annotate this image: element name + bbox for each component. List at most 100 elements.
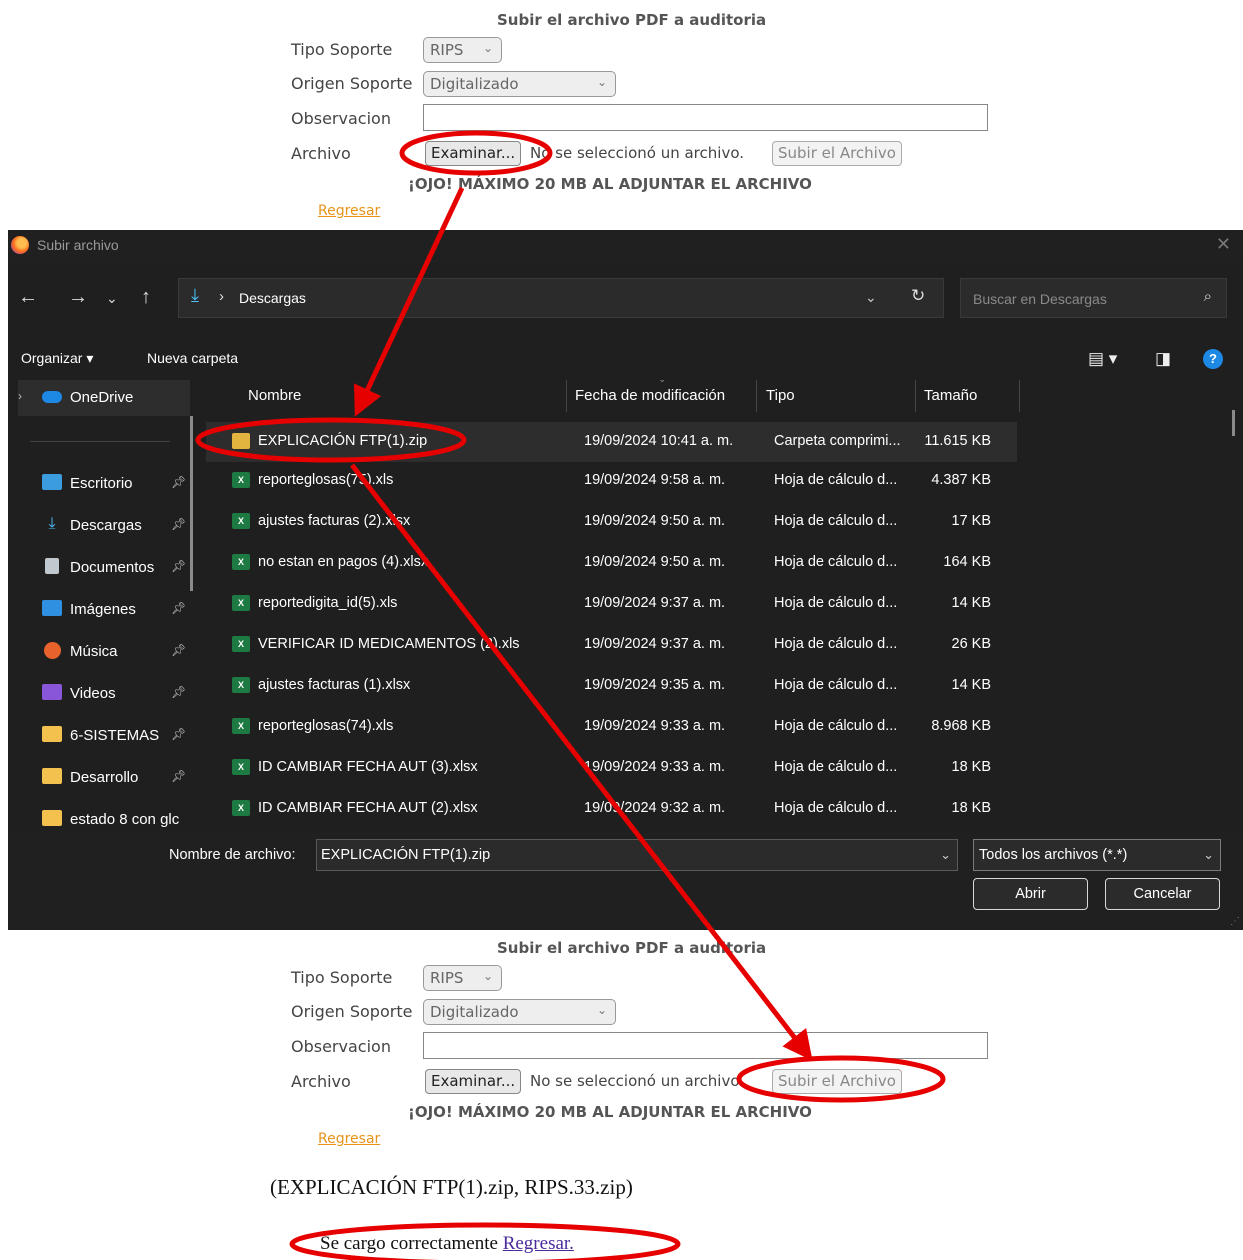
file-date: 19/09/2024 9:50 a. m. — [584, 513, 726, 529]
file-size: 26 KB — [951, 636, 992, 652]
file-row[interactable]: Xreporteglosas(74).xls 19/09/2024 9:33 a.… — [206, 707, 1017, 747]
download-icon: ⤓ — [48, 515, 56, 532]
file-type: Hoja de cálculo d... — [774, 800, 898, 816]
pin-icon: 📌︎ — [171, 685, 187, 699]
zip-folder-icon — [232, 433, 250, 449]
sidebar-item-6-sistemas[interactable]: 6-SISTEMAS 📌︎ — [18, 718, 190, 754]
command-bar: Organizar ▾ Nueva carpeta ▤ ▾ ◨ ? — [8, 342, 1243, 374]
observacion-label: Observacion — [291, 109, 391, 128]
firefox-icon — [11, 236, 29, 254]
refresh-icon[interactable]: ↻ — [911, 286, 925, 306]
resize-grip-icon[interactable]: ⋰ — [1230, 916, 1240, 927]
file-size: 14 KB — [951, 595, 992, 611]
close-icon[interactable]: ✕ — [1216, 234, 1231, 255]
tipo-soporte-value: RIPS — [430, 41, 464, 59]
observacion-input[interactable] — [423, 104, 988, 131]
tipo-soporte-select[interactable]: RIPS ⌄ — [423, 965, 502, 991]
column-header-size[interactable]: Tamaño — [924, 387, 977, 419]
file-row[interactable]: Xajustes facturas (1).xlsx 19/09/2024 9:3… — [206, 666, 1017, 706]
file-row[interactable]: EXPLICACIÓN FTP(1).zip 19/09/2024 10:41 a… — [206, 422, 1017, 462]
sidebar-item-desarrollo[interactable]: Desarrollo 📌︎ — [18, 760, 190, 796]
chevron-down-icon: ⌄ — [1203, 847, 1214, 862]
sidebar-item-descargas[interactable]: ⤓ Descargas 📌︎ — [18, 508, 190, 544]
filetype-select[interactable]: Todos los archivos (*.*) ⌄ — [973, 839, 1221, 871]
excel-file-icon: X — [232, 800, 250, 816]
column-header-type[interactable]: Tipo — [766, 387, 795, 419]
file-name: ajustes facturas (1).xlsx — [258, 677, 411, 693]
browse-button[interactable]: Examinar... — [425, 141, 522, 166]
file-date: 19/09/2024 9:33 a. m. — [584, 718, 726, 734]
column-divider — [566, 380, 567, 412]
new-folder-button[interactable]: Nueva carpeta — [147, 350, 238, 366]
cancel-button[interactable]: Cancelar — [1105, 878, 1220, 910]
sidebar-item-onedrive[interactable]: › OneDrive — [18, 380, 190, 416]
pin-icon: 📌︎ — [171, 601, 187, 615]
sidebar-item-imagenes[interactable]: Imágenes 📌︎ — [18, 592, 190, 628]
search-icon: ⌕ — [1203, 288, 1212, 305]
search-placeholder: Buscar en Descargas — [973, 291, 1107, 307]
file-date: 19/09/2024 9:32 a. m. — [584, 800, 726, 816]
forward-arrow-icon[interactable]: → — [68, 286, 88, 309]
file-row[interactable]: X VERIFICAR ID MEDICAMENTOS (2).xls 19/09/… — [206, 625, 1017, 665]
pin-icon: 📌︎ — [171, 559, 187, 573]
search-box[interactable]: Buscar en Descargas ⌕ — [960, 278, 1227, 318]
pin-icon: 📌︎ — [171, 727, 187, 741]
address-bar[interactable]: ⤓ › Descargas ⌄ ↻ — [178, 278, 944, 318]
browse-button[interactable]: Examinar... — [425, 1069, 522, 1094]
form-title: Subir el archivo PDF a auditoria — [497, 11, 767, 29]
file-row[interactable]: Xreporteglosas(75).xls 19/09/2024 9:58 a.… — [206, 461, 1017, 501]
column-header-name[interactable]: Nombre — [248, 387, 301, 419]
view-options-icon[interactable]: ▤ ▾ — [1088, 349, 1117, 369]
file-size: 4.387 KB — [931, 472, 991, 488]
sidebar-scrollbar[interactable] — [190, 416, 193, 591]
upload-button[interactable]: Subir el Archivo — [772, 141, 902, 166]
back-link[interactable]: Regresar — [318, 1131, 380, 1147]
origen-soporte-select[interactable]: Digitalizado ⌄ — [423, 71, 616, 97]
file-row[interactable]: Xno estan en pagos (4).xlsx 19/09/2024 9:… — [206, 543, 1017, 583]
pin-icon: 📌︎ — [171, 769, 187, 783]
file-list-scrollbar[interactable] — [1232, 410, 1235, 436]
success-back-link[interactable]: Regresar. — [503, 1233, 574, 1254]
file-row[interactable]: Xajustes facturas (2).xlsx 19/09/2024 9:5… — [206, 502, 1017, 542]
chevron-down-icon[interactable]: ⌄ — [865, 289, 877, 306]
origen-soporte-value: Digitalizado — [430, 1003, 519, 1021]
origen-soporte-select[interactable]: Digitalizado ⌄ — [423, 999, 616, 1025]
no-file-text: No se seleccionó un archivo. — [530, 144, 744, 162]
observacion-label: Observacion — [291, 1037, 391, 1056]
back-arrow-icon[interactable]: ← — [18, 286, 38, 309]
file-name: VERIFICAR ID MEDICAMENTOS (2).xls — [258, 636, 520, 652]
preview-pane-icon[interactable]: ◨ — [1155, 349, 1171, 369]
column-header-date[interactable]: Fecha de modificación — [575, 387, 725, 419]
file-row[interactable]: X ID CAMBIAR FECHA AUT (3).xlsx 19/09/2024… — [206, 748, 1017, 788]
sidebar-divider — [30, 441, 170, 442]
excel-file-icon: X — [232, 677, 250, 693]
upload-button[interactable]: Subir el Archivo — [772, 1069, 902, 1094]
address-path: Descargas — [239, 290, 306, 306]
observacion-input[interactable] — [423, 1032, 988, 1059]
file-name: reporteglosas(75).xls — [258, 472, 394, 488]
file-row[interactable]: X ID CAMBIAR FECHA AUT (2).xlsx 19/09/2024… — [206, 789, 1017, 828]
organize-menu[interactable]: Organizar ▾ — [21, 350, 93, 367]
open-button[interactable]: Abrir — [973, 878, 1088, 910]
sidebar-item-estado-8[interactable]: estado 8 con glc — [18, 802, 190, 828]
back-link[interactable]: Regresar — [318, 203, 380, 219]
expand-chevron-icon[interactable]: › — [18, 389, 22, 403]
file-row[interactable]: Xreportedigita_id(5).xls 19/09/2024 9:37 … — [206, 584, 1017, 624]
success-message: Se cargo correctamente Regresar. — [320, 1233, 574, 1255]
tipo-soporte-select[interactable]: RIPS ⌄ — [423, 37, 502, 63]
sidebar-item-videos[interactable]: Videos 📌︎ — [18, 676, 190, 712]
file-size: 8.968 KB — [931, 718, 991, 734]
sidebar-item-musica[interactable]: Música 📌︎ — [18, 634, 190, 670]
sidebar-item-documentos[interactable]: Documentos 📌︎ — [18, 550, 190, 586]
filename-input[interactable]: EXPLICACIÓN FTP(1).zip ⌄ — [316, 839, 958, 871]
video-icon — [42, 684, 62, 700]
folder-icon — [42, 768, 62, 784]
help-icon[interactable]: ? — [1203, 349, 1223, 369]
chevron-down-icon[interactable]: ⌄ — [940, 847, 951, 863]
up-arrow-icon[interactable]: ↑ — [141, 286, 151, 309]
sidebar-item-escritorio[interactable]: Escritorio 📌︎ — [18, 466, 190, 502]
file-name: ID CAMBIAR FECHA AUT (3).xlsx — [258, 759, 478, 775]
file-size: 18 KB — [951, 800, 992, 816]
folder-icon — [42, 810, 62, 826]
recent-chevron-icon[interactable]: ⌄ — [106, 290, 118, 307]
